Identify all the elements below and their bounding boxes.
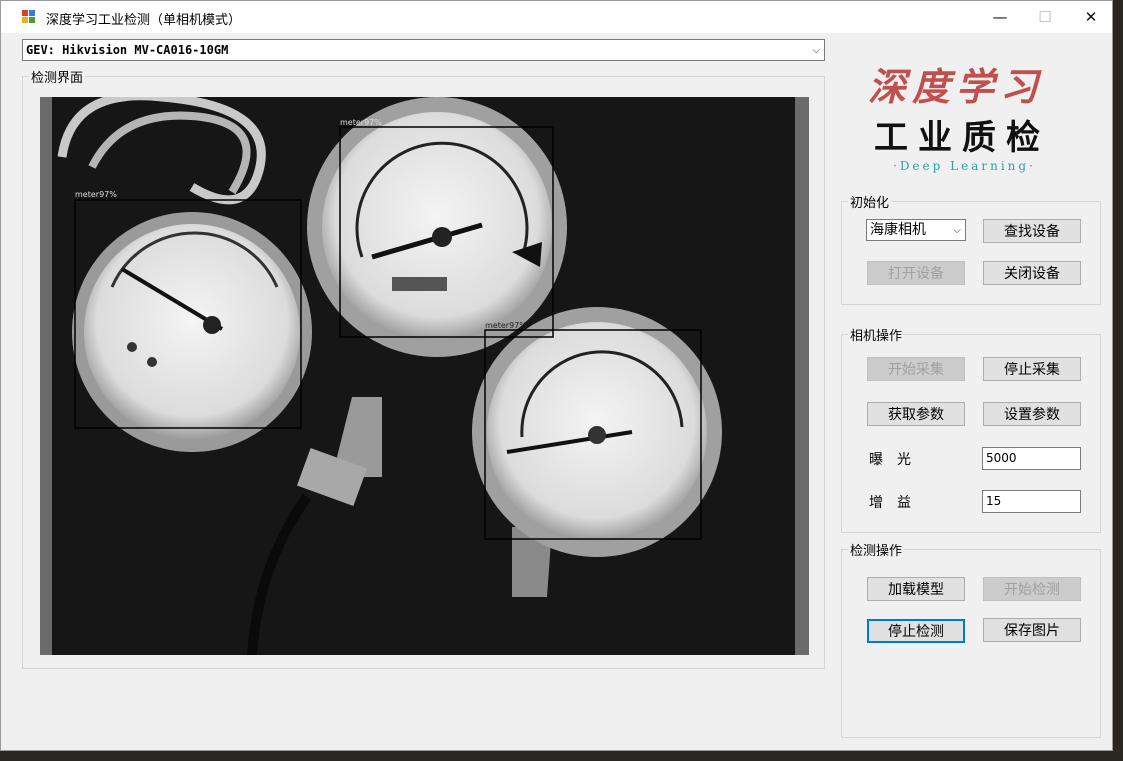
chevron-down-icon[interactable]: ⌵ (812, 41, 820, 61)
gauge-top (307, 97, 567, 357)
gauge-right (472, 307, 722, 557)
set-params-button[interactable]: 设置参数 (983, 402, 1081, 426)
start-grab-button: 开始采集 (867, 357, 965, 381)
save-image-button[interactable]: 保存图片 (983, 618, 1081, 642)
minimize-button[interactable]: — (977, 1, 1023, 33)
detection-panel-label: 检测界面 (29, 67, 86, 86)
find-device-button[interactable]: 查找设备 (983, 219, 1081, 243)
detection-label: meter97% (75, 190, 117, 199)
close-device-button[interactable]: 关闭设备 (983, 261, 1081, 285)
camera-group-label: 相机操作 (848, 325, 905, 344)
stop-grab-button[interactable]: 停止采集 (983, 357, 1081, 381)
chevron-down-icon[interactable]: ⌵ (953, 221, 961, 241)
gauges-image: meter97% meter97% meter97% (52, 97, 795, 655)
detection-label: meter97% (485, 321, 527, 330)
detect-group-label: 检测操作 (848, 540, 905, 559)
camera-type-select[interactable]: 海康相机 ⌵ (866, 219, 966, 241)
init-group: 初始化 (841, 192, 1101, 305)
logo-tagline: ·Deep Learning· (893, 159, 1036, 173)
gain-input[interactable]: 15 (982, 490, 1081, 513)
window-title: 深度学习工业检测（单相机模式） (46, 13, 242, 28)
get-params-button[interactable]: 获取参数 (867, 402, 965, 426)
app-icon (22, 10, 35, 23)
logo-title: 深度学习 (868, 64, 1045, 109)
gauge-left (72, 212, 312, 452)
image-viewer: meter97% meter97% meter97% (40, 97, 809, 655)
camera-image: meter97% meter97% meter97% (52, 97, 795, 655)
device-combo-value: GEV: Hikvision MV-CA016-10GM (26, 43, 229, 57)
camera-type-value: 海康相机 (870, 222, 926, 238)
init-group-label: 初始化 (848, 192, 892, 211)
close-button[interactable]: ✕ (1068, 1, 1114, 33)
logo-subtitle: 工业质检 (874, 118, 1050, 158)
device-combo[interactable]: GEV: Hikvision MV-CA016-10GM ⌵ (22, 39, 825, 61)
gain-label: 增 益 (869, 495, 911, 511)
stop-detect-button[interactable]: 停止检测 (867, 619, 965, 643)
load-model-button[interactable]: 加载模型 (867, 577, 965, 601)
title-bar[interactable]: 深度学习工业检测（单相机模式） — ☐ ✕ (1, 1, 1112, 33)
start-detect-button: 开始检测 (983, 577, 1081, 601)
detection-label: meter97% (340, 118, 382, 127)
maximize-button: ☐ (1038, 8, 1052, 26)
exposure-input[interactable]: 5000 (982, 447, 1081, 470)
open-device-button: 打开设备 (867, 261, 965, 285)
exposure-label: 曝 光 (869, 452, 911, 468)
